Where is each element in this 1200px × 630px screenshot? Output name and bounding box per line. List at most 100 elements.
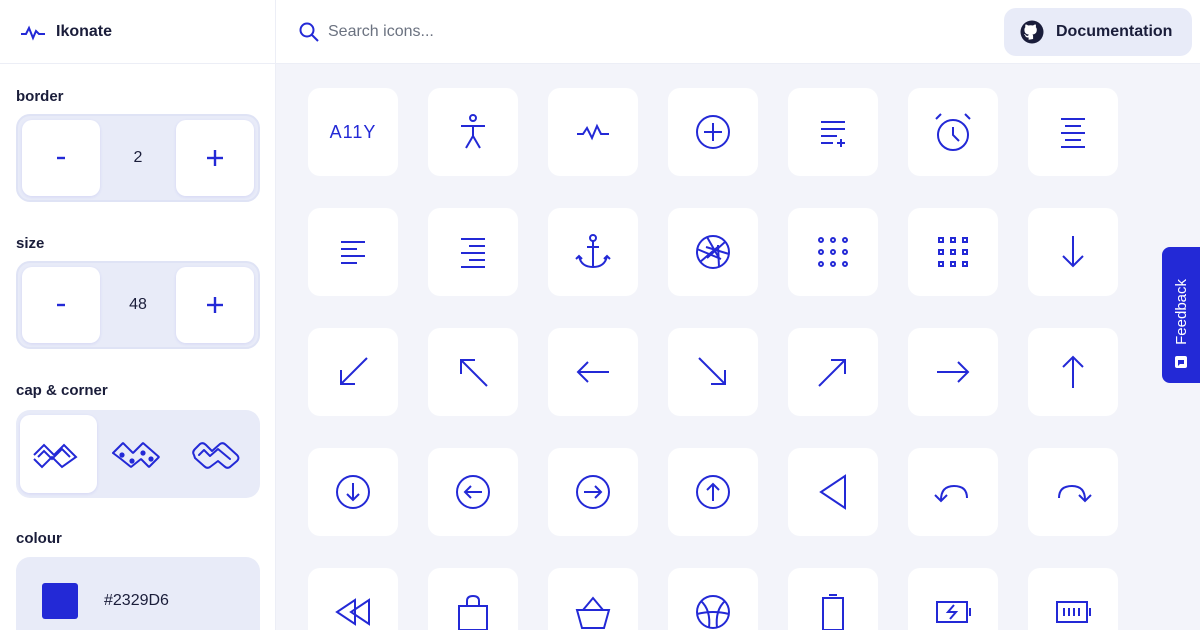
battery-icon xyxy=(822,594,844,630)
icon-tile-arrow-down[interactable] xyxy=(1028,208,1118,296)
search-input[interactable] xyxy=(328,18,828,46)
minus-icon xyxy=(57,303,65,307)
icon-tile-arrow-down-left[interactable] xyxy=(308,328,398,416)
arrow-left-circle-icon xyxy=(456,475,490,509)
rewind-icon xyxy=(335,598,370,626)
icon-tile-add[interactable] xyxy=(668,88,758,176)
arrow-down-circle-icon xyxy=(336,475,370,509)
a11y-icon: A11Y xyxy=(329,121,377,142)
colour-hex-value[interactable]: #2329D6 xyxy=(104,583,169,619)
border-stepper: 2 xyxy=(16,114,260,202)
icon-tile-basketball[interactable] xyxy=(668,568,758,630)
icon-tile-align-center[interactable] xyxy=(1028,88,1118,176)
icon-tile-battery[interactable] xyxy=(788,568,878,630)
activity-logo-icon xyxy=(21,25,45,41)
icon-tile-forward[interactable] xyxy=(1028,448,1118,536)
size-increase-button[interactable] xyxy=(175,267,254,343)
apps-alt-icon xyxy=(938,237,968,267)
cap-corner-selector xyxy=(16,410,260,498)
arrow-up-right-icon xyxy=(818,359,846,387)
border-label: border xyxy=(16,88,64,105)
align-center-icon xyxy=(1061,118,1085,148)
size-stepper: 48 xyxy=(16,261,260,349)
icon-tile-arrow-left[interactable] xyxy=(548,328,638,416)
border-value: 2 xyxy=(133,149,143,166)
arrow-up-left-icon xyxy=(460,359,488,387)
icon-tile-rewind[interactable] xyxy=(308,568,398,630)
activity-icon xyxy=(577,123,609,141)
colour-picker[interactable]: #2329D6 xyxy=(16,557,260,630)
arrow-right-icon xyxy=(937,361,970,383)
documentation-button[interactable]: Documentation xyxy=(1004,8,1192,56)
icon-tile-arrow-down-circle[interactable] xyxy=(308,448,398,536)
cap-round-bevel-option[interactable] xyxy=(99,415,176,493)
arrow-up-icon xyxy=(1062,355,1084,388)
border-increase-button[interactable] xyxy=(176,120,254,196)
cap-round-round-option[interactable] xyxy=(177,415,254,493)
arrow-down-left-icon xyxy=(340,357,368,385)
arrow-down-right-icon xyxy=(698,357,726,385)
plus-icon xyxy=(207,150,223,166)
redo-arc-icon xyxy=(1058,484,1092,503)
icon-tile-apps[interactable] xyxy=(788,208,878,296)
icon-tile-anchor[interactable] xyxy=(548,208,638,296)
icon-tile-bag[interactable] xyxy=(428,568,518,630)
icon-grid: A11Y xyxy=(276,64,1200,630)
icon-tile-arrow-down-right[interactable] xyxy=(668,328,758,416)
cap-square-miter-option[interactable] xyxy=(20,415,97,493)
add-to-list-icon xyxy=(821,121,845,147)
basket-icon xyxy=(575,596,611,629)
zigzag-square-icon xyxy=(33,443,78,469)
icon-tile-arrow-left-circle[interactable] xyxy=(428,448,518,536)
plus-icon xyxy=(206,297,223,313)
brand-name: Ikonate xyxy=(56,22,113,40)
arrow-up-circle-icon xyxy=(696,475,730,509)
feedback-icon xyxy=(1175,356,1187,368)
minus-icon xyxy=(57,156,65,160)
cap-corner-label: cap & corner xyxy=(16,382,108,399)
border-decrease-button[interactable] xyxy=(22,120,100,196)
brand[interactable]: Ikonate xyxy=(0,0,275,64)
arrow-right-circle-icon xyxy=(576,475,610,509)
colour-label: colour xyxy=(16,530,62,547)
icon-tile-back-alt[interactable] xyxy=(908,448,998,536)
zigzag-round-icon xyxy=(191,442,240,469)
icon-tile-align-right[interactable] xyxy=(428,208,518,296)
icon-tile-arrow-up-left[interactable] xyxy=(428,328,518,416)
icon-tile-arrow-up-right[interactable] xyxy=(788,328,878,416)
size-value: 48 xyxy=(129,296,147,313)
icon-tile-back[interactable] xyxy=(788,448,878,536)
sidebar: Ikonate border 2 size 48 cap & corner co… xyxy=(0,0,276,630)
align-left-icon xyxy=(341,241,365,264)
accessibility-icon xyxy=(461,114,485,149)
align-right-icon xyxy=(461,238,485,268)
github-icon xyxy=(1020,20,1044,44)
arrow-down-icon xyxy=(1062,236,1084,268)
icon-tile-accessibility[interactable] xyxy=(428,88,518,176)
icon-tile-align-left[interactable] xyxy=(308,208,398,296)
icon-tile-battery-full[interactable] xyxy=(1028,568,1118,630)
icon-tile-a11y[interactable]: A11Y xyxy=(308,88,398,176)
icon-tile-aperture[interactable] xyxy=(668,208,758,296)
icon-tile-alarm[interactable] xyxy=(908,88,998,176)
aperture-icon xyxy=(696,235,730,269)
back-triangle-icon xyxy=(819,474,846,510)
icon-tile-arrow-right-circle[interactable] xyxy=(548,448,638,536)
feedback-label: Feedback xyxy=(1172,279,1190,345)
add-circle-icon xyxy=(696,115,730,149)
icon-tile-activity[interactable] xyxy=(548,88,638,176)
icon-tile-add-to-list[interactable] xyxy=(788,88,878,176)
icon-tile-battery-charging[interactable] xyxy=(908,568,998,630)
apps-icon xyxy=(818,237,848,267)
icon-tile-arrow-up[interactable] xyxy=(1028,328,1118,416)
feedback-tab[interactable]: Feedback xyxy=(1162,247,1200,383)
battery-full-icon xyxy=(1056,601,1091,623)
icon-tile-apps-alt[interactable] xyxy=(908,208,998,296)
search-icon xyxy=(299,22,319,42)
icon-tile-basket[interactable] xyxy=(548,568,638,630)
documentation-label: Documentation xyxy=(1056,23,1173,40)
icon-tile-arrow-right[interactable] xyxy=(908,328,998,416)
size-decrease-button[interactable] xyxy=(22,267,100,343)
icon-tile-arrow-up-circle[interactable] xyxy=(668,448,758,536)
colour-swatch[interactable] xyxy=(42,583,78,619)
